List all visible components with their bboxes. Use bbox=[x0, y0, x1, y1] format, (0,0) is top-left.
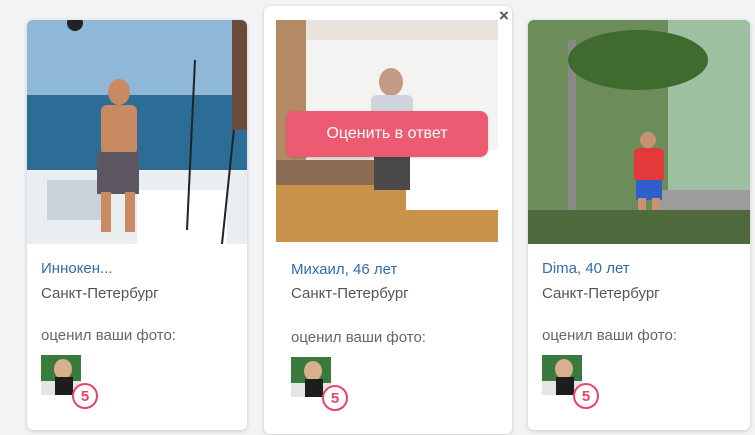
user-card-2: Михаил, 46 лет Санкт-Петербург оценил ва… bbox=[264, 6, 512, 434]
rating-badge: 5 bbox=[72, 383, 98, 409]
user-city: Санкт-Петербург bbox=[41, 285, 159, 302]
user-city: Санкт-Петербург bbox=[542, 285, 660, 302]
user-card-3: Dima, 40 лет Санкт-Петербург оценил ваши… bbox=[528, 20, 750, 430]
rated-label: оценил ваши фото: bbox=[542, 327, 677, 344]
rating-badge: 5 bbox=[573, 383, 599, 409]
user-city: Санкт-Петербург bbox=[291, 285, 409, 302]
rated-photo[interactable]: 5 bbox=[542, 355, 602, 415]
user-name-link[interactable]: Dima, 40 лет bbox=[542, 260, 630, 277]
rate-back-button[interactable]: Оценить в ответ bbox=[286, 111, 488, 157]
close-icon[interactable]: × bbox=[495, 6, 513, 25]
user-name-link[interactable]: Михаил, 46 лет bbox=[291, 261, 397, 278]
user-card-1: Иннокен... Санкт-Петербург оценил ваши ф… bbox=[27, 20, 247, 430]
user-photo[interactable] bbox=[27, 20, 247, 244]
user-photo[interactable] bbox=[528, 20, 750, 244]
user-name-link[interactable]: Иннокен... bbox=[41, 260, 113, 277]
rated-label: оценил ваши фото: bbox=[291, 329, 426, 346]
rated-photo[interactable]: 5 bbox=[291, 357, 351, 417]
rated-label: оценил ваши фото: bbox=[41, 327, 176, 344]
rating-badge: 5 bbox=[322, 385, 348, 411]
rated-photo[interactable]: 5 bbox=[41, 355, 101, 415]
